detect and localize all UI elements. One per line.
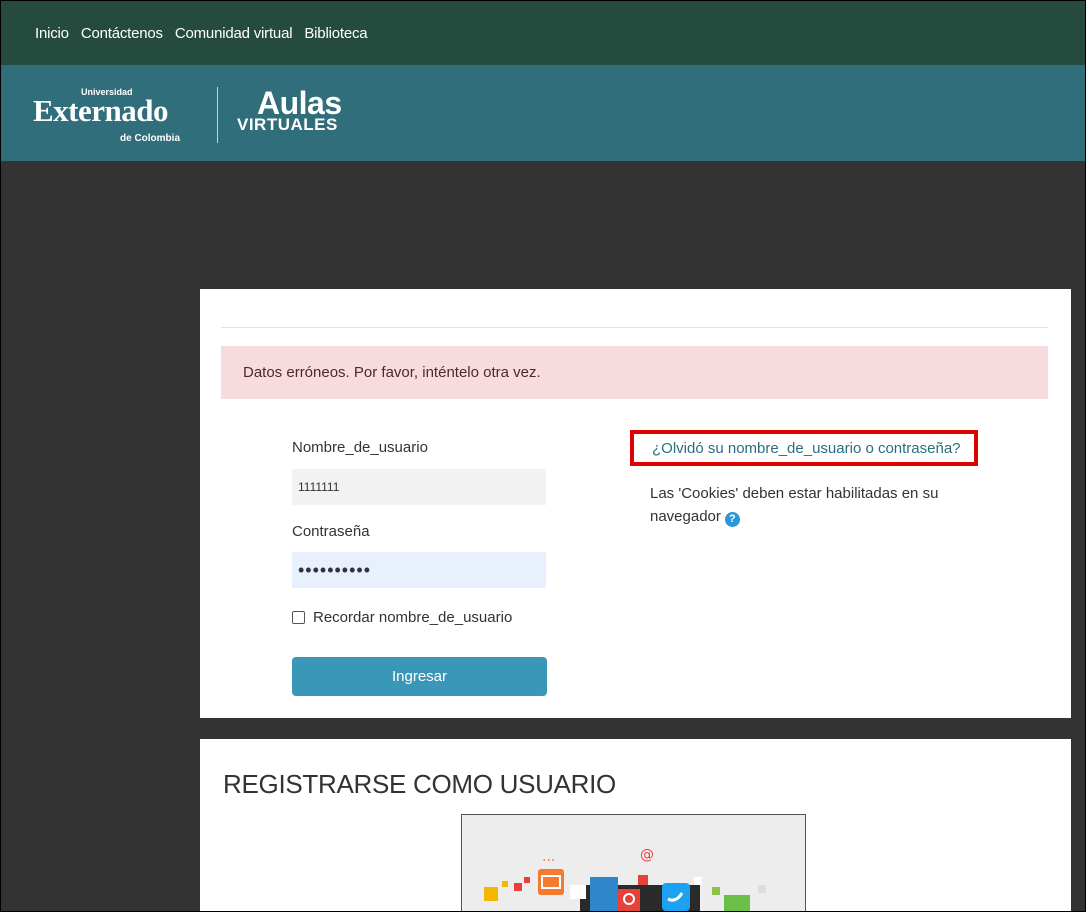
svg-text:@: @: [640, 847, 654, 863]
site-header: Universidad Externado de Colombia Aulas …: [1, 65, 1085, 161]
cookies-text: Las 'Cookies' deben estar habilitadas en…: [650, 485, 939, 525]
password-label: Contraseña: [292, 523, 370, 540]
divider: [221, 327, 1048, 328]
social-apps-icon: ... @: [462, 815, 805, 911]
question-circle-icon[interactable]: ?: [724, 512, 740, 527]
svg-text:...: ...: [542, 849, 555, 865]
error-alert: Datos erróneos. Por favor, inténtelo otr…: [221, 346, 1048, 399]
cookies-notice: Las 'Cookies' deben estar habilitadas en…: [650, 482, 970, 528]
forgot-credentials-link[interactable]: ¿Olvidó su nombre_de_usuario o contraseñ…: [652, 440, 961, 457]
top-navigation: Inicio Contáctenos Comunidad virtual Bib…: [1, 1, 1085, 65]
logo-externado-text: Externado: [33, 93, 169, 128]
remember-label: Recordar nombre_de_usuario: [313, 609, 513, 626]
username-label: Nombre_de_usuario: [292, 439, 428, 456]
remember-checkbox[interactable]: [292, 611, 305, 624]
login-button[interactable]: Ingresar: [292, 657, 547, 696]
password-input[interactable]: [292, 552, 546, 588]
logo-divider: [217, 87, 218, 143]
nav-item-contactenos[interactable]: Contáctenos: [81, 25, 163, 42]
forgot-credentials-highlight: ¿Olvidó su nombre_de_usuario o contraseñ…: [630, 430, 978, 466]
nav-item-inicio[interactable]: Inicio: [35, 25, 69, 42]
login-card: Datos erróneos. Por favor, inténtelo otr…: [200, 289, 1071, 718]
aulas-virtuales-logo[interactable]: Aulas VIRTUALES: [237, 85, 377, 145]
register-title: REGISTRARSE COMO USUARIO: [223, 769, 616, 799]
nav-item-biblioteca[interactable]: Biblioteca: [304, 25, 367, 42]
nav-item-comunidad-virtual[interactable]: Comunidad virtual: [175, 25, 293, 42]
externado-logo[interactable]: Universidad Externado de Colombia: [33, 85, 203, 145]
logo-de-colombia-text: de Colombia: [120, 133, 181, 144]
register-card: REGISTRARSE COMO USUARIO ... @: [200, 739, 1071, 911]
logo-virtuales-text: VIRTUALES: [237, 115, 338, 134]
browser-viewport: Inicio Contáctenos Comunidad virtual Bib…: [0, 0, 1086, 912]
remember-username[interactable]: Recordar nombre_de_usuario: [292, 609, 512, 626]
username-input[interactable]: [292, 469, 546, 505]
social-media-illustration: ... @: [461, 814, 806, 911]
